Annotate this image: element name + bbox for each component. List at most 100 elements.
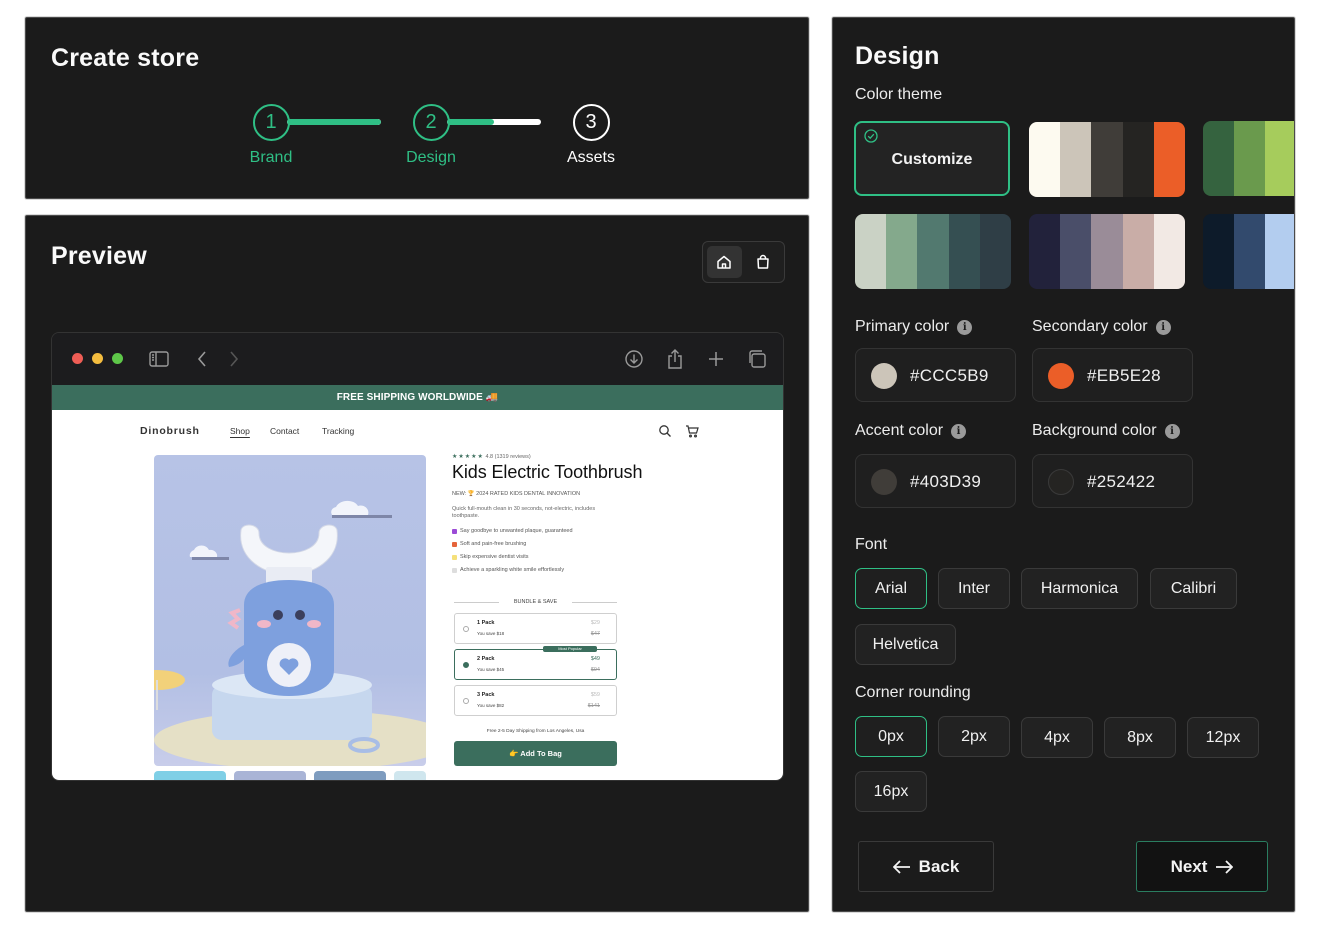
theme-option[interactable] (1029, 122, 1185, 197)
preview-title: Preview (51, 242, 147, 270)
purple-heart-icon (452, 528, 457, 534)
font-option-helvetica[interactable]: Helvetica (855, 624, 956, 665)
tooth-icon (452, 567, 457, 573)
corner-option-16px[interactable]: 16px (855, 771, 927, 812)
bundle-option-1-pack[interactable]: 1 Pack You save $18 $29 $47 (454, 613, 617, 644)
back-label: Back (918, 856, 960, 876)
font-option-inter[interactable]: Inter (938, 568, 1010, 609)
shipping-note: Free 2-5 Day Shipping from Los Angeles, … (486, 729, 585, 734)
benefit-item: Say goodbye to unwanted plaque, guarante… (452, 528, 622, 534)
bundle-radio[interactable] (463, 698, 469, 704)
secondary-color-field[interactable]: #EB5E28 (1032, 348, 1193, 402)
store-search-icon[interactable] (658, 424, 672, 438)
theme-option[interactable] (1029, 214, 1185, 289)
bundle-option-3-pack[interactable]: 3 Pack You save $82 $59 $141 (454, 685, 617, 716)
corner-option-4px[interactable]: 4px (1021, 717, 1093, 758)
theme-swatch (1029, 122, 1061, 197)
accent-color-field[interactable]: #403D39 (855, 454, 1016, 508)
theme-swatch (1203, 214, 1235, 289)
store-nav-tracking[interactable]: Tracking (322, 426, 354, 436)
forward-icon[interactable] (222, 347, 246, 371)
font-option-arial[interactable]: Arial (855, 568, 927, 609)
info-icon[interactable]: i (951, 423, 967, 439)
back-icon[interactable] (190, 347, 214, 371)
progress-stepper: 1 Brand 2 Design 3 Assets (231, 104, 615, 174)
primary-color-field[interactable]: #CCC5B9 (855, 348, 1016, 402)
product-thumbnail[interactable] (314, 771, 386, 780)
back-button[interactable]: Back (858, 841, 994, 892)
corner-option-0px[interactable]: 0px (855, 716, 927, 757)
theme-swatch (1153, 214, 1185, 289)
create-store-panel: Create store 1 Brand 2 Design 3 Assets (25, 17, 809, 199)
theme-swatch (1153, 122, 1185, 197)
toothbrush-illustration (154, 500, 426, 766)
new-tab-icon[interactable] (704, 347, 728, 371)
primary-color-value[interactable]: #CCC5B9 (910, 366, 989, 386)
product-view-button[interactable] (746, 246, 781, 278)
info-icon[interactable]: i (1164, 423, 1180, 439)
window-maximize-dot[interactable] (112, 353, 123, 364)
design-panel: Design Color theme Customize Primary col… (832, 17, 1295, 912)
store-brand-logo[interactable]: Dinobrush (140, 425, 200, 437)
background-color-label: Background color i (1032, 422, 1180, 440)
theme-swatch (1234, 214, 1266, 289)
home-view-button[interactable] (707, 246, 742, 278)
theme-option[interactable] (1203, 121, 1294, 196)
corner-option-12px[interactable]: 12px (1187, 717, 1259, 758)
font-option-calibri[interactable]: Calibri (1150, 568, 1237, 609)
accent-color-value[interactable]: #403D39 (910, 472, 981, 492)
step-number: 2 (412, 104, 450, 141)
sparkle-icon (452, 554, 457, 560)
theme-swatch (1091, 122, 1123, 197)
secondary-color-value[interactable]: #EB5E28 (1087, 366, 1161, 386)
store-cart-icon[interactable] (685, 424, 699, 438)
theme-swatch (948, 214, 980, 289)
accent-color-swatch[interactable] (871, 469, 897, 495)
product-thumbnail[interactable] (154, 771, 226, 780)
add-to-bag-button[interactable]: 👉 Add To Bag (454, 741, 617, 766)
primary-color-swatch[interactable] (871, 363, 897, 389)
background-color-field[interactable]: #252422 (1032, 454, 1193, 508)
product-thumbnail[interactable] (394, 771, 426, 780)
background-color-value[interactable]: #252422 (1087, 472, 1155, 492)
theme-swatch (1122, 214, 1154, 289)
next-button[interactable]: Next (1136, 841, 1268, 892)
bundle-radio[interactable] (463, 662, 469, 668)
theme-swatch (917, 214, 949, 289)
share-icon[interactable] (663, 347, 687, 371)
primary-color-label: Primary color i (855, 318, 973, 336)
theme-option[interactable] (1203, 214, 1294, 289)
theme-swatch (1060, 214, 1092, 289)
secondary-color-swatch[interactable] (1048, 363, 1074, 389)
step-brand[interactable]: 1 Brand (231, 104, 311, 167)
download-icon[interactable] (622, 347, 646, 371)
background-color-swatch[interactable] (1048, 469, 1074, 495)
store-nav-contact[interactable]: Contact (270, 426, 299, 436)
step-design[interactable]: 2 Design (391, 104, 471, 167)
font-option-harmonica[interactable]: Harmonica (1021, 568, 1138, 609)
corner-option-8px[interactable]: 8px (1104, 717, 1176, 758)
corner-rounding-label: Corner rounding (855, 684, 971, 701)
step-label: Design (406, 149, 456, 166)
store-nav-shop[interactable]: Shop (230, 426, 250, 436)
window-minimize-dot[interactable] (92, 353, 103, 364)
theme-customize[interactable]: Customize (854, 121, 1010, 196)
info-icon[interactable]: i (957, 319, 973, 335)
product-thumbnail[interactable] (234, 771, 306, 780)
customize-label: Customize (891, 151, 973, 168)
product-title: Kids Electric Toothbrush (452, 462, 643, 482)
step-assets[interactable]: 3 Assets (551, 104, 631, 167)
rating-text: 4.8 (1319 reviews) (485, 454, 531, 460)
announcement-bar: FREE SHIPPING WORLDWIDE 🚚 (52, 385, 783, 410)
product-image[interactable] (154, 455, 426, 766)
color-theme-label: Color theme (855, 86, 943, 103)
corner-option-2px[interactable]: 2px (938, 716, 1010, 757)
tabs-overview-icon[interactable] (745, 347, 769, 371)
theme-option[interactable] (855, 214, 1011, 289)
bundle-radio[interactable] (463, 626, 469, 632)
product-rating: ★★★★★ 4.8 (1319 reviews) (452, 453, 622, 460)
window-close-dot[interactable] (72, 353, 83, 364)
sidebar-icon[interactable] (147, 347, 171, 371)
info-icon[interactable]: i (1155, 319, 1171, 335)
bundle-option-2-pack[interactable]: Most Popular 2 Pack You save $45 $49 $94 (454, 646, 617, 680)
